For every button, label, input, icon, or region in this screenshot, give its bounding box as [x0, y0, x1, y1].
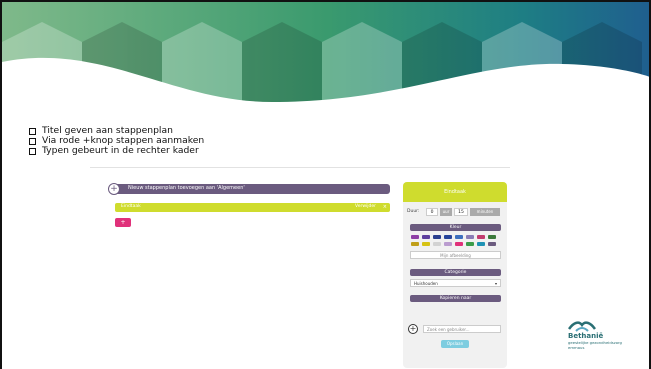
app-screenshot: + Nieuw stappenplan toevoegen aan 'Algem… [90, 167, 510, 368]
hours-input[interactable]: 0 [426, 208, 438, 216]
checkbox-icon [29, 127, 36, 135]
color-swatch[interactable] [488, 235, 496, 239]
copy-header: Kopieren naar [410, 295, 501, 302]
panel-title: Eindtaak [403, 182, 507, 202]
new-plan-bar[interactable]: + Nieuw stappenplan toevoegen aan 'Algem… [108, 183, 390, 195]
logo-mark-icon [568, 321, 596, 332]
minutes-unit: minuten [470, 208, 500, 216]
picture-field-label: Mijn afbeelding [440, 253, 471, 258]
color-swatch[interactable] [477, 235, 485, 239]
color-swatch[interactable] [455, 235, 463, 239]
category-value: Huishouden [414, 281, 438, 286]
category-header: Categorie [410, 269, 501, 276]
logo-name: Bethanië [568, 332, 604, 340]
color-swatch[interactable] [411, 242, 419, 246]
step-delete-link[interactable]: Verwijder [355, 204, 376, 209]
bullet-text: Typen gebeurt in de rechter kader [42, 145, 199, 156]
color-swatch[interactable] [455, 242, 463, 246]
edit-panel: Eindtaak Duur: 0 uur 15 minuten Kleur Mi… [403, 182, 507, 368]
color-swatch[interactable] [444, 242, 452, 246]
add-step-button[interactable]: + [115, 218, 131, 227]
hours-unit: uur [440, 208, 452, 216]
color-swatch[interactable] [422, 235, 430, 239]
picture-field[interactable]: Mijn afbeelding [410, 251, 501, 259]
checkbox-icon [29, 147, 36, 155]
color-swatch[interactable] [444, 235, 452, 239]
new-plan-label: Nieuw stappenplan toevoegen aan 'Algemee… [128, 185, 245, 191]
user-search-placeholder: Zoek een gebruiker... [427, 327, 470, 332]
category-select[interactable]: Huishouden ▾ [410, 279, 501, 287]
header-banner [2, 2, 649, 114]
color-swatch[interactable] [411, 235, 419, 239]
color-swatch[interactable] [422, 242, 430, 246]
color-swatch[interactable] [466, 242, 474, 246]
add-user-icon[interactable]: + [408, 324, 418, 334]
close-icon[interactable]: × [383, 204, 387, 210]
step-label: Eindtaak [121, 204, 141, 209]
bullet-item: Typen gebeurt in de rechter kader [29, 146, 204, 156]
chevron-down-icon: ▾ [494, 281, 497, 286]
checkbox-icon [29, 137, 36, 145]
color-swatch[interactable] [488, 242, 496, 246]
color-swatch[interactable] [433, 242, 441, 246]
logo-subtitle: geestelijke gezondheidszorg emmaus [568, 340, 622, 350]
user-search-input[interactable]: Zoek een gebruiker... [423, 325, 501, 333]
plus-icon[interactable]: + [108, 183, 120, 195]
step-bar[interactable]: Eindtaak Verwijder × [115, 203, 390, 212]
minutes-input[interactable]: 15 [454, 208, 468, 216]
color-swatch[interactable] [477, 242, 485, 246]
bethanie-logo: Bethanië geestelijke gezondheidszorg emm… [566, 319, 638, 359]
color-swatch[interactable] [433, 235, 441, 239]
duration-label: Duur: [407, 209, 420, 214]
color-header: Kleur [410, 224, 501, 231]
save-button[interactable]: Opslaan [441, 340, 469, 348]
bullet-list: Titel geven aan stappenplan Via rode +kn… [29, 126, 204, 156]
slide: Titel geven aan stappenplan Via rode +kn… [0, 0, 651, 369]
color-swatch[interactable] [466, 235, 474, 239]
